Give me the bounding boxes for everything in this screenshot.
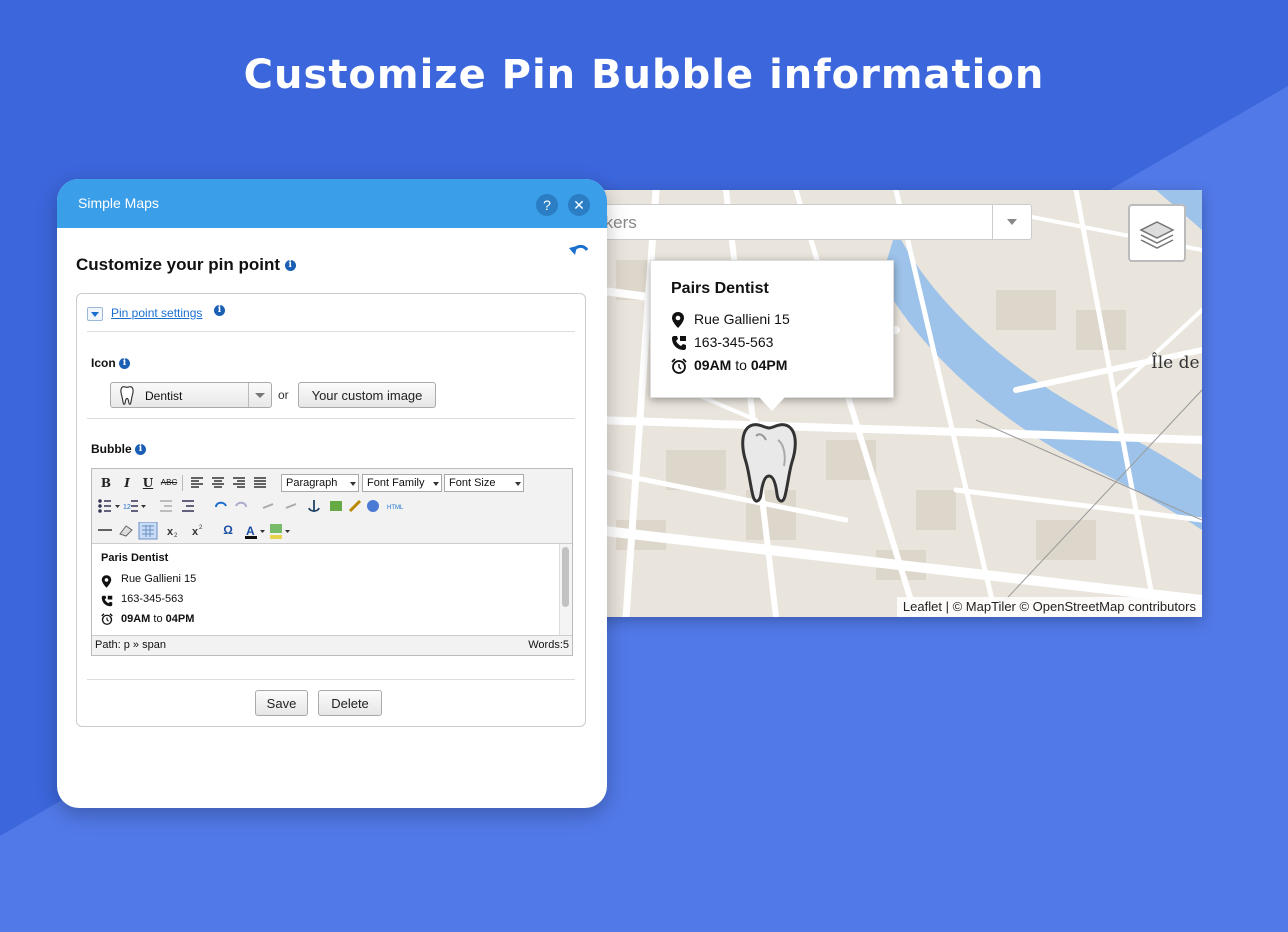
tooth-icon[interactable]: [740, 422, 798, 504]
location-pin-icon: [672, 312, 684, 328]
popup-title: Pairs Dentist: [671, 280, 769, 297]
alarm-clock-icon: [671, 358, 687, 374]
popup-phone: 163-345-563: [694, 334, 774, 350]
italic-button[interactable]: I: [117, 473, 137, 493]
location-pin-icon: [101, 575, 112, 588]
editor-scrollbar[interactable]: [559, 544, 572, 636]
icon-label: Icon i: [91, 356, 131, 370]
svg-text:2: 2: [174, 533, 178, 539]
strikethrough-button[interactable]: ABC: [159, 473, 179, 493]
headline: Customize Pin Bubble information: [243, 52, 1045, 98]
dialog-content: Customize your pin point i Pin point set…: [57, 228, 607, 808]
info-icon[interactable]: i: [214, 305, 225, 316]
collapse-toggle-icon[interactable]: [87, 307, 103, 321]
pin-point-settings-link[interactable]: Pin point settings: [111, 306, 202, 320]
delete-button[interactable]: Delete: [318, 690, 382, 716]
info-icon[interactable]: i: [119, 358, 131, 370]
rich-text-editor[interactable]: B I U ABC Paragraph Font Family Font Siz…: [91, 468, 573, 656]
leaflet-link[interactable]: Leaflet: [903, 599, 942, 614]
editor-address: Rue Gallieni 15: [121, 573, 197, 585]
layers-button[interactable]: [1128, 204, 1186, 262]
info-icon[interactable]: i: [284, 260, 296, 272]
editor-body[interactable]: Paris Dentist Rue Gallieni 15 163-345-56…: [92, 544, 562, 636]
svg-text:2: 2: [199, 525, 203, 531]
save-button[interactable]: Save: [255, 690, 308, 716]
bold-button[interactable]: B: [96, 473, 116, 493]
svg-text:A: A: [246, 524, 255, 538]
html-button[interactable]: HTML: [387, 505, 404, 511]
customize-dialog: Simple Maps ? ✕ Customize your pin point…: [57, 179, 607, 808]
map-place-label: Île de: [1151, 353, 1200, 373]
popup-hours-open: 09AM: [694, 357, 732, 373]
undo-icon[interactable]: [569, 242, 591, 258]
phone-icon: [101, 595, 113, 607]
editor-hours-open: 09AM: [121, 613, 151, 625]
svg-text:12: 12: [123, 504, 131, 511]
align-buttons[interactable]: [189, 476, 273, 490]
toolbar-icons-row-2[interactable]: 12 HTML: [98, 498, 408, 514]
pin-point-settings-label: Pin point settings: [111, 306, 203, 320]
map-popup: Pairs Dentist Rue Gallieni 15 163-345-56…: [650, 260, 894, 411]
phone-icon: [672, 336, 686, 350]
toolbar-row-2: 12 HTML: [96, 496, 566, 518]
editor-hours-close: 04PM: [165, 613, 195, 625]
editor-title: Paris Dentist: [101, 552, 169, 564]
underline-button[interactable]: U: [138, 473, 158, 493]
chevron-down-icon[interactable]: [992, 205, 1031, 239]
chevron-down-icon[interactable]: [248, 383, 271, 407]
info-icon[interactable]: i: [135, 444, 147, 456]
map-search-input[interactable]: rkers: [596, 204, 1032, 240]
alarm-clock-icon: [101, 613, 113, 625]
icon-select-value: Dentist: [145, 389, 183, 403]
bubble-label-text: Bubble: [91, 442, 132, 456]
divider: [87, 331, 575, 332]
font-family-select[interactable]: Font Family: [362, 474, 442, 492]
map-attribution: Leaflet | © MapTiler © OpenStreetMap con…: [896, 597, 1202, 617]
editor-path: Path: p » span: [95, 639, 166, 651]
popup-address: Rue Gallieni 15: [694, 311, 790, 327]
dialog-title: Simple Maps: [78, 195, 159, 211]
map-view[interactable]: rkers Île de Pairs Dentist Rue Gallieni …: [596, 190, 1202, 617]
help-icon[interactable]: ?: [536, 194, 558, 216]
svg-text:x: x: [192, 526, 199, 538]
icon-label-text: Icon: [91, 356, 116, 370]
toolbar-icons-row-3[interactable]: x 2 x 2 A: [98, 522, 298, 540]
divider: [87, 679, 575, 680]
editor-toolbar: B I U ABC Paragraph Font Family Font Siz…: [92, 469, 572, 544]
popup-hours-close: 04PM: [750, 357, 788, 373]
custom-image-button[interactable]: Your custom image: [298, 382, 436, 408]
dialog-header: Simple Maps ? ✕: [57, 179, 607, 228]
tooth-icon: [120, 386, 134, 405]
editor-phone: 163-345-563: [121, 593, 184, 605]
editor-word-count: Words:5: [528, 639, 569, 651]
attribution-text: © MapTiler © OpenStreetMap contributors: [952, 599, 1196, 614]
paragraph-select[interactable]: Paragraph: [281, 474, 359, 492]
settings-panel: Pin point settings i Icon i Dentist or Y…: [76, 293, 586, 727]
icon-select[interactable]: Dentist: [110, 382, 272, 408]
toolbar-row-1: B I U ABC Paragraph Font Family Font Siz…: [96, 473, 566, 495]
bubble-label: Bubble i: [91, 442, 147, 456]
popup-hours-to: to: [735, 357, 747, 373]
divider: [87, 418, 575, 419]
font-size-select[interactable]: Font Size: [444, 474, 524, 492]
svg-text:x: x: [167, 526, 174, 538]
editor-statusbar: Path: p » span Words:5: [92, 635, 572, 655]
page-title: Customize your pin point i: [76, 255, 296, 275]
layers-icon: [1139, 221, 1175, 249]
map-tiles[interactable]: [596, 190, 1202, 617]
close-icon[interactable]: ✕: [568, 194, 590, 216]
attribution-separator: |: [945, 599, 949, 614]
or-text: or: [278, 388, 289, 402]
toolbar-row-3: x 2 x 2 A Ω: [96, 520, 566, 542]
editor-hours-to: to: [153, 613, 163, 625]
omega-button[interactable]: Ω: [218, 520, 238, 540]
page-title-text: Customize your pin point: [76, 255, 280, 274]
